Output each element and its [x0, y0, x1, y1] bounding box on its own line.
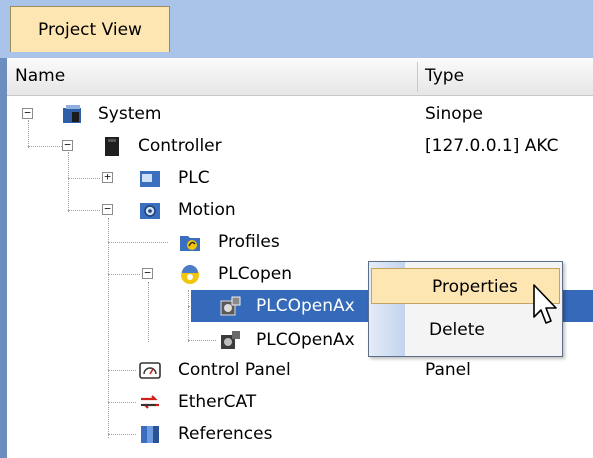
- references-icon: [141, 426, 159, 443]
- tree-row-profiles[interactable]: Profiles: [0, 226, 593, 258]
- axis-icon: [220, 296, 241, 316]
- tree-row-ethercat[interactable]: EtherCAT: [0, 386, 593, 418]
- mouse-cursor-icon: [533, 284, 557, 324]
- tree-type: Panel: [425, 360, 471, 380]
- axis-icon: [221, 331, 240, 349]
- tree-label: Controller: [138, 136, 222, 156]
- tab-project-view[interactable]: Project View: [10, 6, 170, 52]
- plc-icon: [140, 171, 160, 187]
- column-header-type[interactable]: Type: [425, 58, 464, 95]
- tab-label: Project View: [38, 19, 142, 40]
- column-header: Name Type: [7, 58, 593, 96]
- tree-label: Profiles: [218, 232, 280, 252]
- controller-icon: [105, 137, 119, 156]
- motion-icon: [140, 203, 160, 219]
- menu-item-label: Properties: [432, 277, 518, 297]
- control-panel-icon: [139, 362, 161, 379]
- collapse-toggle[interactable]: −: [102, 203, 113, 215]
- tree-label: System: [98, 104, 162, 124]
- tree-row-plc[interactable]: + PLC: [0, 162, 593, 194]
- tree-label: Motion: [178, 200, 236, 220]
- tree-label: PLCOpenAx: [256, 330, 355, 350]
- collapse-toggle[interactable]: −: [142, 267, 153, 279]
- menu-item-label: Delete: [429, 320, 485, 340]
- tree-label: PLCOpenAx: [256, 296, 355, 316]
- expand-toggle[interactable]: +: [102, 171, 113, 183]
- tab-strip: Project View: [0, 0, 593, 58]
- tree-label: PLC: [178, 168, 210, 188]
- tree-row-references[interactable]: References: [0, 418, 593, 450]
- tree-type: Sinope: [425, 104, 483, 124]
- tree-row-controller[interactable]: − Controller [127.0.0.1] AKC: [0, 130, 593, 162]
- tree-row-control-panel[interactable]: Control Panel Panel: [0, 354, 593, 386]
- collapse-toggle[interactable]: −: [22, 107, 33, 119]
- tree-label: Control Panel: [178, 360, 291, 380]
- system-icon: [63, 105, 81, 123]
- tree-label: PLCopen: [218, 264, 293, 284]
- tree-label: EtherCAT: [178, 392, 257, 412]
- collapse-toggle[interactable]: −: [62, 139, 73, 151]
- column-divider[interactable]: [417, 62, 418, 92]
- plcopen-icon: [181, 265, 199, 284]
- tree-type: [127.0.0.1] AKC: [425, 136, 559, 156]
- ethercat-icon: [141, 395, 159, 409]
- tree-row-system[interactable]: − System Sinope: [0, 98, 593, 130]
- profiles-icon: [180, 236, 200, 251]
- tree-row-motion[interactable]: − Motion: [0, 194, 593, 226]
- column-header-name[interactable]: Name: [15, 58, 65, 95]
- tree-label: References: [178, 424, 273, 444]
